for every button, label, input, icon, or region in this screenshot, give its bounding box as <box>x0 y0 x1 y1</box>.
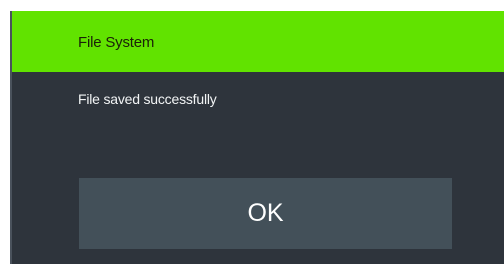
file-system-dialog: File System File saved successfully OK <box>10 11 504 264</box>
dialog-message: File saved successfully <box>78 91 217 107</box>
dialog-title-bar: File System <box>12 11 504 72</box>
dialog-title: File System <box>78 34 155 51</box>
ok-button[interactable]: OK <box>79 178 452 249</box>
